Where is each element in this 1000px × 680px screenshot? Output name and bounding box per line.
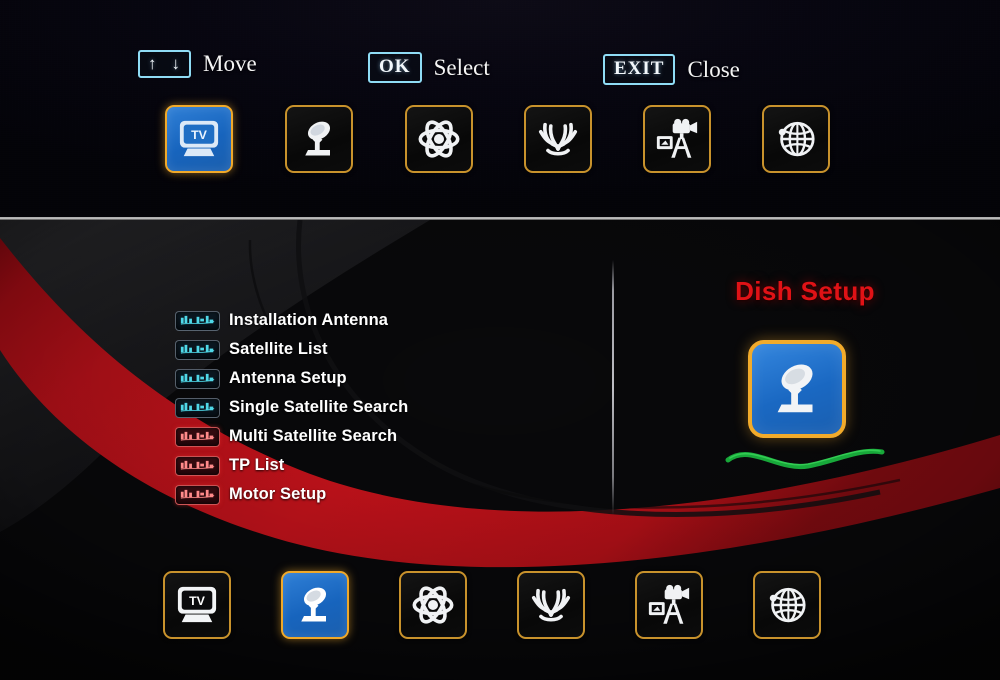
top-nav-atom-icon[interactable] [405, 105, 473, 173]
svg-text:TV: TV [189, 594, 206, 608]
arrow-down-icon: ↓ [171, 54, 181, 73]
svg-text:TV: TV [191, 128, 208, 142]
menu-item-icon [175, 368, 220, 389]
dish-setup-preview-icon [748, 340, 846, 438]
menu-item-icon [175, 484, 220, 505]
menu-item-label: Antenna Setup [229, 369, 347, 387]
ok-key-badge: OK [368, 52, 422, 83]
menu-item-label: Single Satellite Search [229, 398, 409, 416]
arrow-keys-icon: ↑ ↓ [138, 50, 191, 78]
menu-item[interactable]: Motor Setup [175, 480, 595, 509]
exit-key-badge: EXIT [603, 54, 676, 85]
satellite-dish-icon [301, 587, 327, 622]
menu-item-icon [175, 397, 220, 418]
menu-item-icon [175, 426, 220, 447]
bottom-nav-satellite-dish-icon[interactable] [281, 571, 349, 639]
menu-item[interactable]: Single Satellite Search [175, 393, 595, 422]
help-item-close: EXIT Close [603, 54, 740, 85]
top-nav-camera-tripod-icon[interactable] [643, 105, 711, 173]
twisted-horns-icon [531, 588, 571, 622]
top-nav-twisted-horns-icon[interactable] [524, 105, 592, 173]
menu-item-icon [175, 310, 220, 331]
globe-icon [769, 587, 806, 623]
bottom-nav-tv-icon[interactable]: TV [163, 571, 231, 639]
atom-icon [418, 120, 460, 158]
camera-tripod-icon [656, 118, 698, 158]
camera-tripod-icon [648, 584, 690, 624]
tv-icon: TV [177, 586, 217, 623]
top-section: ↑ ↓ Move OK Select EXIT Close TV [0, 0, 1000, 218]
twisted-horns-icon [538, 122, 578, 156]
menu-item-label: Installation Antenna [229, 311, 389, 329]
help-label-close: Close [687, 56, 740, 82]
green-wave-decoration [725, 448, 885, 470]
bottom-nav-bar: TV [0, 571, 1000, 641]
bottom-nav-atom-icon[interactable] [399, 571, 467, 639]
page-title: Dish Setup [735, 276, 875, 306]
menu-item[interactable]: Installation Antenna [175, 306, 595, 335]
atom-icon [412, 586, 454, 624]
menu-item-icon [175, 455, 220, 476]
menu-item[interactable]: Multi Satellite Search [175, 422, 595, 451]
help-item-select: OK Select [368, 52, 490, 83]
menu-item[interactable]: Satellite List [175, 335, 595, 364]
bottom-nav-camera-tripod-icon[interactable] [635, 571, 703, 639]
help-label-move: Move [203, 51, 257, 76]
top-nav-satellite-dish-icon[interactable] [285, 105, 353, 173]
menu-item-label: Multi Satellite Search [229, 427, 398, 445]
menu-item-label: Motor Setup [229, 485, 327, 503]
tv-icon: TV [179, 120, 219, 157]
menu-item[interactable]: Antenna Setup [175, 364, 595, 393]
help-label-select: Select [433, 54, 490, 80]
panel-divider [612, 260, 614, 515]
satellite-dish-icon [305, 121, 331, 156]
bottom-nav-twisted-horns-icon[interactable] [517, 571, 585, 639]
top-nav-globe-icon[interactable] [762, 105, 830, 173]
globe-icon [778, 121, 815, 157]
top-nav-bar: TV [0, 105, 1000, 175]
top-nav-tv-icon[interactable]: TV [165, 105, 233, 173]
menu-item-label: TP List [229, 456, 285, 474]
menu-item[interactable]: TP List [175, 451, 595, 480]
bottom-nav-globe-icon[interactable] [753, 571, 821, 639]
help-item-move: ↑ ↓ Move [138, 50, 257, 78]
satellite-dish-icon [777, 364, 813, 413]
menu-item-label: Satellite List [229, 340, 328, 358]
help-bar: ↑ ↓ Move OK Select EXIT Close [0, 48, 1000, 92]
arrow-up-icon: ↑ [148, 54, 158, 73]
installation-menu-list[interactable]: Installation Antenna Satellite List Ante… [175, 306, 595, 509]
menu-item-icon [175, 339, 220, 360]
satellite-receiver-menu-screen: ↑ ↓ Move OK Select EXIT Close TV Install… [0, 0, 1000, 680]
